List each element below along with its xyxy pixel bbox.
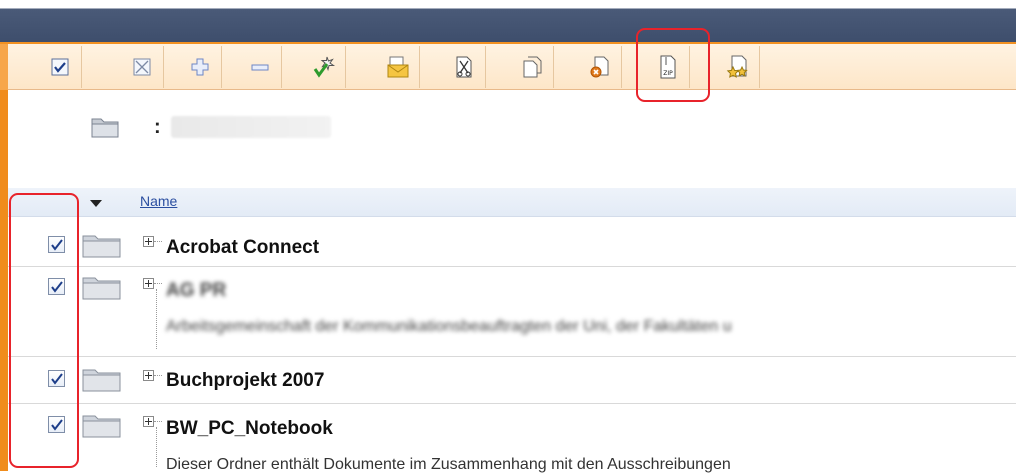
tree-line [154, 421, 162, 422]
tree-line [156, 427, 157, 467]
table-row: i Buchprojekt 2007 [8, 364, 1016, 400]
toolbar: ZIP [0, 42, 1016, 92]
tree-line [154, 283, 162, 284]
checkbox-highlight-box [9, 193, 79, 468]
expand-icon[interactable] [143, 236, 154, 247]
x-box-icon [133, 58, 150, 76]
check-box-icon [51, 58, 68, 76]
select-all-button[interactable] [38, 46, 82, 88]
title-bar [0, 0, 1016, 42]
stars-document-icon [726, 55, 748, 78]
tree-line [154, 241, 162, 242]
expand-icon[interactable] [143, 416, 154, 427]
expand-icon[interactable] [143, 370, 154, 381]
table-row: i Acrobat Connect [8, 232, 1016, 266]
sparkle-check-icon [313, 56, 335, 78]
folder-icon [82, 277, 121, 300]
envelope-icon [387, 56, 408, 78]
row-description: Dieser Ordner enthält Dokumente im Zusam… [166, 456, 731, 473]
expand-all-button[interactable] [178, 46, 222, 88]
path-separator: : [154, 115, 161, 138]
zip-highlight-box [636, 28, 710, 102]
row-title[interactable]: Buchprojekt 2007 [166, 370, 324, 392]
row-title[interactable]: AG PR [166, 280, 226, 302]
row-title[interactable]: BW_PC_Notebook [166, 418, 333, 440]
copy-pages-icon [523, 56, 541, 78]
left-accent-bar [0, 90, 8, 471]
table-row: i BW_PC_Notebook Dieser Ordner enthält D… [8, 410, 1016, 473]
row-divider [8, 356, 1016, 357]
minus-icon [251, 64, 268, 71]
tree-line [154, 375, 162, 376]
path-value [170, 116, 331, 138]
sort-arrow-icon[interactable] [90, 200, 102, 207]
column-name-header[interactable]: Name [140, 193, 177, 209]
cut-button[interactable] [442, 46, 486, 88]
tree-line [156, 289, 157, 349]
collapse-all-button[interactable] [238, 46, 282, 88]
delete-button[interactable] [578, 46, 622, 88]
expand-icon[interactable] [143, 278, 154, 289]
row-divider [8, 403, 1016, 404]
plus-icon [191, 58, 208, 76]
current-path: : [90, 112, 331, 142]
deselect-all-button[interactable] [120, 46, 164, 88]
scissors-document-icon [456, 56, 471, 78]
row-divider [8, 266, 1016, 267]
copy-button[interactable] [510, 46, 554, 88]
row-title[interactable]: Acrobat Connect [166, 237, 319, 259]
table-row: i AG PR Arbeitsgemeinschaft der Kommunik… [8, 272, 1016, 352]
favorites-button[interactable] [716, 46, 760, 88]
toolbar-accent [0, 44, 8, 92]
document-delete-icon [590, 56, 608, 78]
table-header: Name [8, 188, 1016, 217]
folder-icon [82, 235, 121, 258]
row-description: Arbeitsgemeinschaft der Kommunikationsbe… [166, 318, 732, 335]
folder-icon [82, 369, 121, 392]
send-mail-button[interactable] [376, 46, 420, 88]
folder-icon [82, 415, 121, 438]
folder-icon [91, 118, 119, 138]
new-item-button[interactable] [302, 46, 346, 88]
